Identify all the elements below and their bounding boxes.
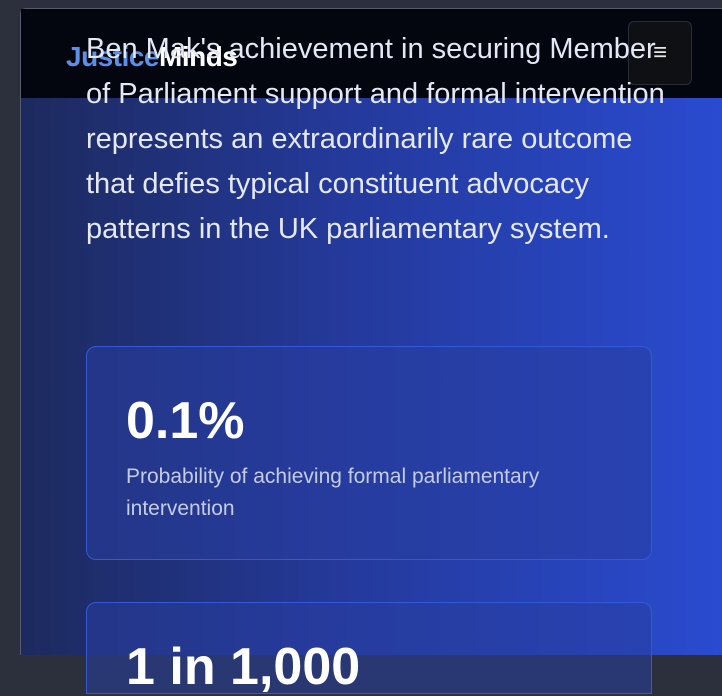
stat-card: 1 in 1,000 bbox=[86, 602, 652, 694]
stat-value: 0.1% bbox=[126, 392, 245, 450]
lead-paragraph: Ben Mak's achievement in securing Member… bbox=[86, 33, 665, 245]
stat-card: 0.1% Probability of achieving formal par… bbox=[86, 346, 652, 560]
page-frame: JusticeMinds ≡ Ben Mak's achievement in … bbox=[20, 8, 722, 694]
stat-value: 1 in 1,000 bbox=[126, 638, 361, 696]
stat-label: Probability of achieving formal parliame… bbox=[126, 465, 540, 520]
